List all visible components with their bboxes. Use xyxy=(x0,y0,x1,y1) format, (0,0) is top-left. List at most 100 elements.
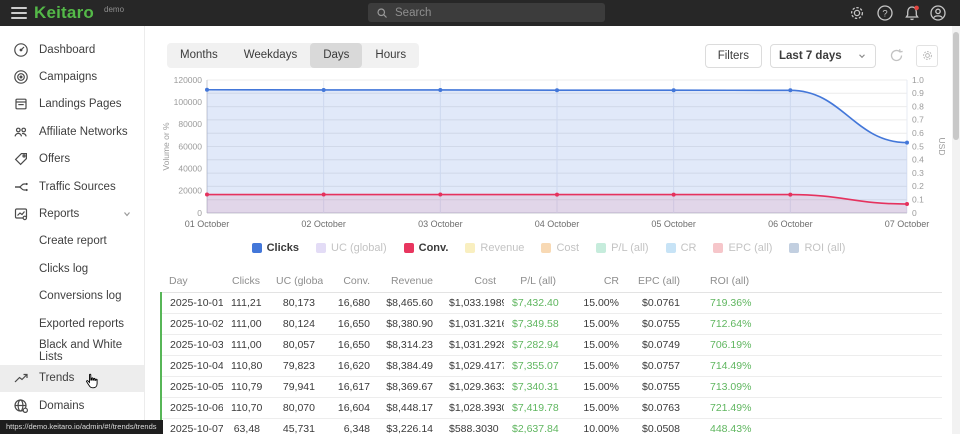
tab-weekdays[interactable]: Weekdays xyxy=(231,43,310,68)
cell-uc-global: 80,124 xyxy=(268,314,323,335)
app-logo[interactable]: Keitaro xyxy=(34,0,94,26)
sidebar-item-dashboard[interactable]: Dashboard xyxy=(0,36,144,63)
notifications-bell-icon[interactable] xyxy=(903,4,921,22)
cell-revenue: $8,369.67 xyxy=(378,377,441,398)
sidebar-item-domains[interactable]: Domains xyxy=(0,392,144,419)
legend-item-uc-global[interactable]: UC (global) xyxy=(316,242,387,254)
cell-conv: 16,650 xyxy=(323,335,378,356)
legend-item-cr[interactable]: CR xyxy=(666,242,697,254)
cell-p-l-all: $7,355.07 xyxy=(504,356,564,377)
cell-clicks: 110,79 xyxy=(223,377,268,398)
cell-cr: 15.00% xyxy=(564,314,627,335)
sidebar-item-reports[interactable]: Reports xyxy=(0,200,144,227)
column-header-day: Day xyxy=(161,270,223,293)
legend-label: P/L (all) xyxy=(611,242,649,254)
global-search[interactable] xyxy=(368,3,605,22)
legend-item-clicks[interactable]: Clicks xyxy=(252,242,299,254)
trends-table: DayClicksUC (global)Conv.RevenueCostP/L … xyxy=(160,270,942,434)
legend-item-revenue[interactable]: Revenue xyxy=(465,242,524,254)
column-header-revenue: Revenue xyxy=(378,270,441,293)
svg-text:0.6: 0.6 xyxy=(912,128,924,138)
legend-label: Clicks xyxy=(267,242,299,254)
svg-text:06 October: 06 October xyxy=(768,219,813,229)
sidebar-item-create-report[interactable]: Create report xyxy=(0,228,144,255)
chart-settings-button[interactable] xyxy=(916,45,938,67)
sidebar-item-affiliate-networks[interactable]: Affiliate Networks xyxy=(0,118,144,145)
table-row: 2025-10-04110,8079,82316,620$8,384.49$1,… xyxy=(161,356,942,377)
svg-text:0.7: 0.7 xyxy=(912,115,924,125)
cell-p-l-all: $7,419.78 xyxy=(504,398,564,419)
cell-revenue: $3,226.14 xyxy=(378,419,441,434)
column-header-cost: Cost xyxy=(441,270,504,293)
sidebar-item-clicks-log[interactable]: Clicks log xyxy=(0,255,144,282)
date-range-select[interactable]: Last 7 days xyxy=(770,44,876,68)
trend-icon xyxy=(13,370,29,386)
cell-revenue: $8,384.49 xyxy=(378,356,441,377)
cell-cr: 15.00% xyxy=(564,398,627,419)
legend-item-conv[interactable]: Conv. xyxy=(404,242,449,254)
cell-cost: $588.3030 xyxy=(441,419,504,434)
sidebar-item-label: Campaigns xyxy=(39,71,97,83)
svg-text:0.4: 0.4 xyxy=(912,155,924,165)
scrollbar-thumb[interactable] xyxy=(953,32,959,140)
legend-item-p-l-all[interactable]: P/L (all) xyxy=(596,242,649,254)
sidebar-item-black-and-white-lists[interactable]: Black and White Lists xyxy=(0,337,144,364)
refresh-button[interactable] xyxy=(884,44,908,68)
sidebar-item-landings-pages[interactable]: Landings Pages xyxy=(0,91,144,118)
filters-button[interactable]: Filters xyxy=(705,44,762,68)
legend-item-cost[interactable]: Cost xyxy=(541,242,579,254)
sidebar-item-label: Landings Pages xyxy=(39,98,121,110)
cell-clicks: 63,48 xyxy=(223,419,268,434)
svg-text:0: 0 xyxy=(912,208,917,218)
sidebar-item-label: Reports xyxy=(39,208,79,220)
sidebar-nav: Dashboard Campaigns Landings Pages Affiliat… xyxy=(0,36,144,419)
settings-gear-icon[interactable] xyxy=(848,4,866,22)
cell-cr: 15.00% xyxy=(564,293,627,314)
svg-text:0.2: 0.2 xyxy=(912,181,924,191)
hamburger-menu-icon[interactable] xyxy=(11,7,27,19)
sidebar-item-traffic-sources[interactable]: Traffic Sources xyxy=(0,173,144,200)
tab-months[interactable]: Months xyxy=(167,43,231,68)
sidebar-item-campaigns[interactable]: Campaigns xyxy=(0,63,144,90)
search-input[interactable] xyxy=(395,7,605,19)
sidebar-item-trends[interactable]: Trends xyxy=(0,365,144,392)
cell-roi-all: 714.49% xyxy=(688,356,942,377)
column-header-clicks: Clicks xyxy=(223,270,268,293)
svg-text:07 October: 07 October xyxy=(885,219,930,229)
cell-roi-all: 448.43% xyxy=(688,419,942,434)
table-row: 2025-10-06110,7080,07016,604$8,448.17$1,… xyxy=(161,398,942,419)
globe-icon xyxy=(13,398,29,414)
account-avatar-icon[interactable] xyxy=(929,4,947,22)
svg-text:60000: 60000 xyxy=(178,141,202,151)
sidebar-item-exported-reports[interactable]: Exported reports xyxy=(0,310,144,337)
cell-conv: 16,620 xyxy=(323,356,378,377)
legend-item-epc-all[interactable]: EPC (all) xyxy=(713,242,772,254)
cell-day: 2025-10-01 xyxy=(161,293,223,314)
cell-day: 2025-10-03 xyxy=(161,335,223,356)
table-row: 2025-10-01111,2180,17316,680$8,465.60$1,… xyxy=(161,293,942,314)
cell-conv: 16,604 xyxy=(323,398,378,419)
tab-hours[interactable]: Hours xyxy=(362,43,419,68)
cell-cost: $1,033.1989 xyxy=(441,293,504,314)
tab-days[interactable]: Days xyxy=(310,43,362,68)
sidebar-item-conversions-log[interactable]: Conversions log xyxy=(0,283,144,310)
cell-p-l-all: $2,637.84 xyxy=(504,419,564,434)
cell-cr: 15.00% xyxy=(564,377,627,398)
cell-clicks: 111,00 xyxy=(223,314,268,335)
cell-uc-global: 45,731 xyxy=(268,419,323,434)
legend-item-roi-all[interactable]: ROI (all) xyxy=(789,242,845,254)
legend-swatch xyxy=(252,243,262,253)
chart-legend: Clicks UC (global) Conv. Revenue Cost P/L (al… xyxy=(145,242,952,254)
cell-roi-all: 712.64% xyxy=(688,314,942,335)
svg-text:1.0: 1.0 xyxy=(912,75,924,85)
cell-revenue: $8,448.17 xyxy=(378,398,441,419)
legend-swatch xyxy=(713,243,723,253)
legend-label: ROI (all) xyxy=(804,242,845,254)
cell-p-l-all: $7,340.31 xyxy=(504,377,564,398)
legend-label: Conv. xyxy=(419,242,449,254)
help-icon[interactable]: ? xyxy=(876,4,894,22)
column-header-epc-all: EPC (all) xyxy=(627,270,688,293)
sidebar: Dashboard Campaigns Landings Pages Affiliat… xyxy=(0,26,145,434)
svg-text:120000: 120000 xyxy=(174,75,203,85)
sidebar-item-offers[interactable]: Offers xyxy=(0,146,144,173)
